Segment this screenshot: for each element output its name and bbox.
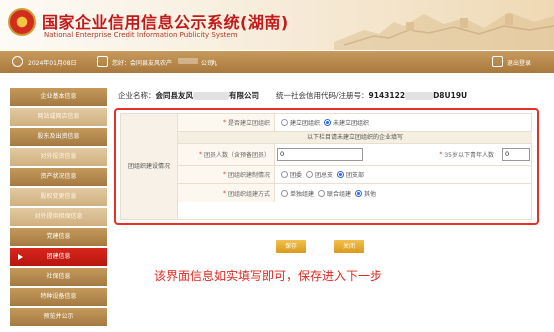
- company-name-part2: 有限公司: [229, 91, 259, 100]
- sidebar-item-investment[interactable]: 对外投资信息: [10, 148, 107, 166]
- field-label: * 是否建立团组织: [178, 114, 275, 131]
- radio-group-method: 单独组建 联合组建 其他: [277, 184, 376, 202]
- youth-count-input[interactable]: 0: [502, 148, 530, 161]
- members-value-cell: 0: [277, 144, 363, 165]
- sidebar-item-equity-change[interactable]: 股权变更信息: [10, 188, 107, 206]
- radio-other[interactable]: [355, 189, 363, 197]
- site-title: 国家企业信用信息公示系统(湖南): [42, 13, 289, 32]
- form-notice: 以下栏目请未建立团组织的企业填写: [178, 132, 532, 144]
- radio-label: 建立团组织: [290, 120, 321, 127]
- field-label: * 团员人数（含预备团员）: [178, 144, 275, 165]
- company-code-part2: D8U19U: [433, 91, 468, 100]
- radio-label: 团委: [290, 172, 303, 179]
- sidebar-item-party[interactable]: 党建信息: [10, 228, 107, 246]
- redacted-block: [405, 92, 434, 100]
- radio-branch[interactable]: [337, 171, 345, 178]
- user-icon: [97, 56, 108, 67]
- sidebar-item-preview[interactable]: 预览并公示: [10, 308, 107, 326]
- field-label: * 团组织组建方式: [178, 184, 275, 202]
- radio-independent[interactable]: [281, 189, 288, 197]
- sidebar-item-guarantee[interactable]: 对外提供担保信息: [10, 208, 107, 226]
- member-count-input[interactable]: 0: [277, 148, 363, 161]
- radio-no[interactable]: [324, 119, 332, 126]
- welcome-text: 您好：会同县友风农产: [112, 60, 173, 67]
- clock-icon: [12, 56, 23, 67]
- sidebar-item-assets[interactable]: 资产状况信息: [10, 168, 107, 186]
- national-emblem-icon: [8, 8, 36, 36]
- radio-label: 单独组建: [290, 190, 315, 198]
- youth-value-cell: 0: [502, 144, 530, 165]
- row-established: * 是否建立团组织 建立团组织 未建立团组织: [178, 114, 532, 132]
- logout-icon[interactable]: [492, 56, 503, 67]
- close-button[interactable]: 关闭: [334, 240, 364, 253]
- save-button[interactable]: 保存: [276, 240, 306, 253]
- field-label: * 35岁以下青年人数: [439, 151, 494, 159]
- sidebar-item-league[interactable]: 团建信息: [10, 248, 107, 266]
- radio-label: 团支部: [346, 172, 365, 179]
- radio-label: 联合组建: [327, 190, 352, 198]
- sidebar-item-basic-info[interactable]: 企业基本信息: [10, 88, 107, 106]
- great-wall-illustration: [334, 12, 554, 50]
- company-name: 企业名称：会同县友风 有限公司: [118, 90, 259, 101]
- section-label: 团组织建设情况: [121, 114, 178, 219]
- sidebar-item-website[interactable]: 网站或网店信息: [10, 108, 107, 126]
- company-name-label: 企业名称：: [118, 91, 156, 100]
- redacted-block: [193, 92, 229, 100]
- welcome-user: 丸: [211, 60, 218, 67]
- radio-group-structure: 团委 团总支 团支部: [277, 166, 364, 183]
- instruction-note: 该界面信息如实填写即可，保存进入下一步: [154, 269, 383, 283]
- field-label: * 团组织建制情况: [178, 166, 275, 183]
- top-bar: 2024年01月08日 您好：会同县友风农产 公司 丸 退出登录: [0, 51, 554, 73]
- site-subtitle: National Enterprise Credit Information P…: [44, 31, 238, 39]
- radio-joint[interactable]: [318, 189, 326, 197]
- company-code: 统一社会信用代码/注册号：9143122 D8U19U: [276, 90, 467, 101]
- logout-link[interactable]: 退出登录: [507, 58, 531, 67]
- company-name-part1: 会同县友风: [155, 91, 194, 100]
- sidebar: 企业基本信息 网站或网店信息 股东及出资信息 对外投资信息 资产状况信息 股权变…: [10, 88, 107, 328]
- radio-committee[interactable]: [281, 171, 288, 178]
- row-members: * 团员人数（含预备团员） 0 * 35岁以下青年人数 0: [178, 144, 532, 166]
- radio-label: 未建立团组织: [333, 120, 370, 127]
- radio-yes[interactable]: [281, 119, 288, 126]
- row-structure: * 团组织建制情况 团委 团总支 团支部: [178, 166, 532, 184]
- radio-label: 其他: [364, 190, 377, 198]
- site-header: 国家企业信用信息公示系统(湖南) National Enterprise Cre…: [0, 0, 554, 50]
- radio-group-established: 建立团组织 未建立团组织: [277, 114, 369, 131]
- sidebar-item-shareholders[interactable]: 股东及出资信息: [10, 128, 107, 146]
- company-code-part1: 9143122: [368, 91, 406, 100]
- radio-general-branch[interactable]: [306, 171, 314, 178]
- redacted-block: [178, 58, 198, 64]
- current-date: 2024年01月08日: [28, 60, 77, 67]
- company-code-label: 统一社会信用代码/注册号：: [276, 91, 369, 100]
- radio-label: 团总支: [315, 172, 334, 179]
- league-form: 团组织建设情况 * 是否建立团组织 建立团组织 未建立团组织 以下栏目请未建立团组…: [120, 113, 532, 220]
- sidebar-item-social-security[interactable]: 社保信息: [10, 268, 107, 286]
- sidebar-item-special-equipment[interactable]: 特种设备信息: [10, 288, 107, 306]
- row-method: * 团组织组建方式 单独组建 联合组建 其他: [178, 184, 532, 202]
